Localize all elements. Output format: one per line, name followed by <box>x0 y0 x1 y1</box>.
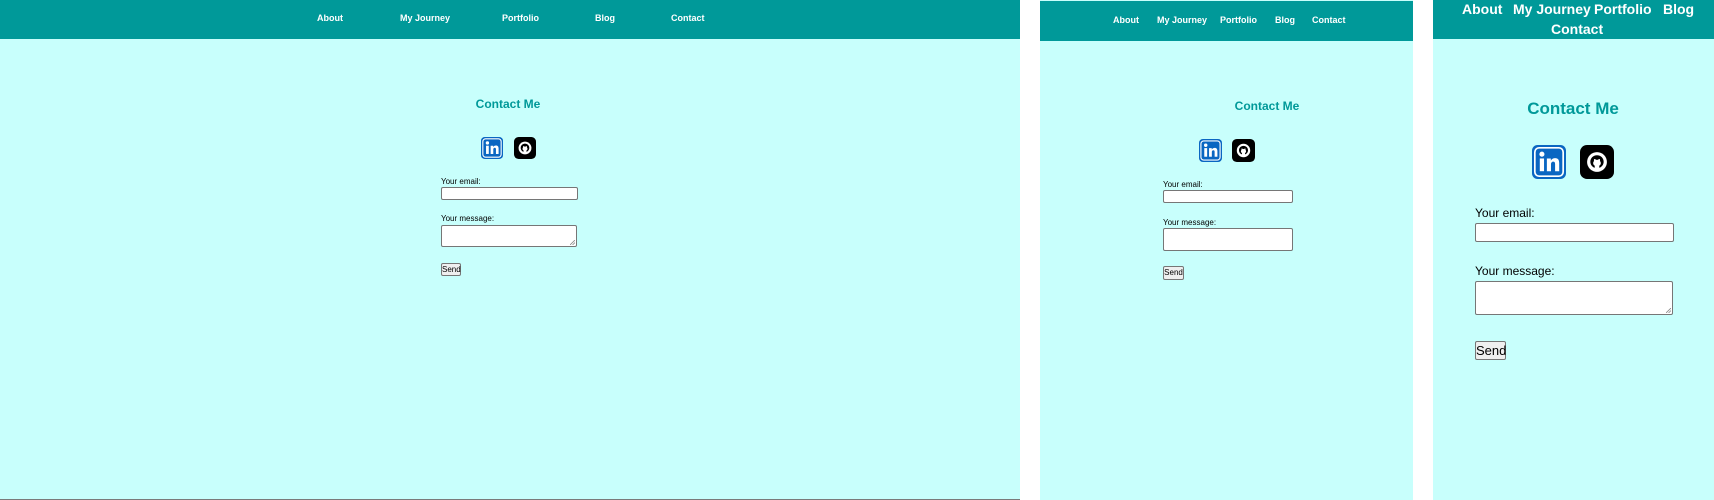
contact-heading: Contact Me <box>1527 99 1619 118</box>
linkedin-icon[interactable] <box>1532 145 1566 179</box>
email-label: Your email: <box>441 177 481 186</box>
email-input[interactable] <box>1163 190 1293 203</box>
nav-link-my-journey[interactable]: My Journey <box>1513 1 1591 17</box>
message-label: Your message: <box>1475 264 1555 278</box>
nav-link-portfolio[interactable]: Portfolio <box>1594 1 1652 17</box>
responsive-preview-stage: About My Journey Portfolio Blog Contact … <box>0 0 1714 500</box>
nav-link-about[interactable]: About <box>317 13 343 23</box>
linkedin-icon[interactable] <box>481 137 503 159</box>
nav-link-my-journey[interactable]: My Journey <box>1157 15 1207 25</box>
email-label: Your email: <box>1163 180 1203 189</box>
nav-link-contact[interactable]: Contact <box>671 13 705 23</box>
tablet-viewport: About My Journey Portfolio Blog Contact … <box>1040 0 1413 500</box>
top-navigation-bar: About My Journey Portfolio Blog Contact <box>0 0 1020 39</box>
top-navigation-bar: About My Journey Portfolio Blog Contact <box>1433 0 1714 39</box>
send-button[interactable]: Send <box>1475 341 1506 360</box>
message-textarea[interactable] <box>1475 281 1673 315</box>
linkedin-icon[interactable] <box>1199 139 1222 162</box>
send-button[interactable]: Send <box>441 263 461 276</box>
nav-link-blog[interactable]: Blog <box>1663 1 1694 17</box>
contact-heading: Contact Me <box>1234 99 1300 113</box>
email-input[interactable] <box>441 187 578 200</box>
mobile-viewport: About My Journey Portfolio Blog Contact … <box>1433 0 1714 500</box>
github-icon[interactable] <box>514 137 536 159</box>
nav-link-portfolio[interactable]: Portfolio <box>1220 15 1257 25</box>
email-input[interactable] <box>1475 223 1674 242</box>
nav-link-about[interactable]: About <box>1462 1 1502 17</box>
github-icon[interactable] <box>1580 145 1614 179</box>
nav-link-about[interactable]: About <box>1113 15 1139 25</box>
message-textarea[interactable] <box>441 225 577 247</box>
send-button[interactable]: Send <box>1163 266 1184 280</box>
nav-link-blog[interactable]: Blog <box>595 13 615 23</box>
email-label: Your email: <box>1475 206 1535 220</box>
nav-link-my-journey[interactable]: My Journey <box>400 13 450 23</box>
desktop-viewport: About My Journey Portfolio Blog Contact … <box>0 0 1020 500</box>
message-label: Your message: <box>1163 218 1217 227</box>
top-navigation-bar: About My Journey Portfolio Blog Contact <box>1040 1 1413 41</box>
message-textarea[interactable] <box>1163 228 1293 251</box>
nav-link-portfolio[interactable]: Portfolio <box>502 13 539 23</box>
nav-link-contact[interactable]: Contact <box>1312 15 1346 25</box>
nav-link-contact[interactable]: Contact <box>1551 21 1603 37</box>
contact-heading: Contact Me <box>475 97 541 111</box>
nav-link-blog[interactable]: Blog <box>1275 15 1295 25</box>
message-label: Your message: <box>441 214 495 223</box>
github-icon[interactable] <box>1232 139 1255 162</box>
